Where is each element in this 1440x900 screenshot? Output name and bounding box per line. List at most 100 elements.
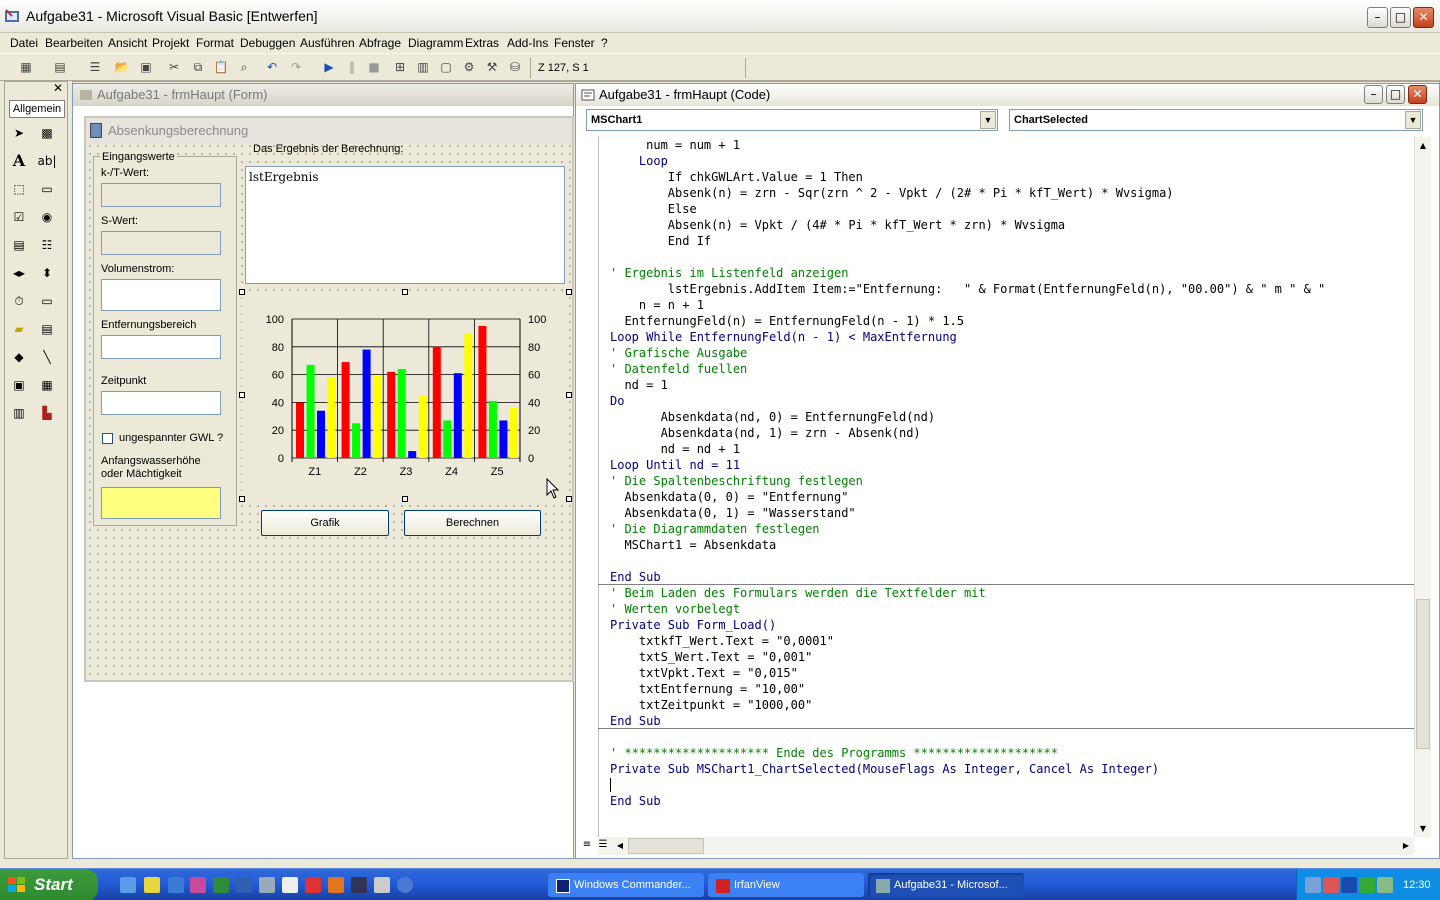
code-line[interactable]: nd = 1 — [610, 377, 667, 393]
vertical-scroll-thumb[interactable] — [1416, 599, 1430, 749]
code-line[interactable]: txtEntfernung = "10,00" — [610, 681, 805, 697]
label-icon[interactable]: A — [8, 150, 30, 172]
s-textbox[interactable] — [101, 231, 221, 255]
open-icon[interactable]: 📂 — [114, 59, 130, 75]
selection-handle[interactable] — [239, 392, 245, 398]
grafik-button[interactable]: Grafik — [261, 510, 389, 536]
filelistbox-icon[interactable]: ▤ — [36, 318, 58, 340]
pause-icon[interactable]: ‖ — [344, 59, 360, 75]
scroll-up-icon[interactable]: ▲ — [1416, 138, 1430, 154]
menu-fenster[interactable]: Fenster — [554, 36, 595, 50]
code-line[interactable]: EntfernungFeld(n) = EntfernungFeld(n - 1… — [610, 313, 964, 329]
code-line[interactable]: txtS_Wert.Text = "0,001" — [610, 649, 812, 665]
code-line[interactable]: Loop While EntfernungFeld(n - 1) < MaxEn… — [610, 329, 957, 345]
task-visual-basic[interactable]: Aufgabe31 - Microsof... — [868, 873, 1024, 897]
commandbutton-icon[interactable]: ▭ — [36, 178, 58, 200]
code-line[interactable]: ' Datenfeld fuellen — [610, 361, 747, 377]
code-line[interactable]: Absenkdata(nd, 0) = EntfernungFeld(nd) — [610, 409, 936, 425]
picturebox-icon[interactable]: ▩ — [36, 122, 58, 144]
project-explorer-icon[interactable]: ⊞ — [392, 59, 408, 75]
dirlistbox-icon[interactable]: ▰ — [8, 318, 30, 340]
code-line[interactable]: End Sub — [610, 793, 661, 809]
scroll-left-icon[interactable]: ◀ — [612, 838, 628, 854]
code-line[interactable]: ' Grafische Ausgabe — [610, 345, 747, 361]
code-line[interactable]: End If — [610, 233, 711, 249]
procedure-view-icon[interactable]: ≡ — [580, 839, 594, 853]
quicklaunch-word-icon[interactable] — [236, 877, 252, 893]
selection-handle[interactable] — [566, 289, 572, 295]
scroll-right-icon[interactable]: ▶ — [1398, 838, 1414, 854]
data-control-icon[interactable]: ▦ — [36, 374, 58, 396]
code-line[interactable]: num = num + 1 — [610, 137, 740, 153]
menu-debuggen[interactable]: Debuggen — [240, 36, 295, 50]
code-line[interactable]: Absenkdata(0, 1) = "Wasserstand" — [610, 505, 855, 521]
selection-handle[interactable] — [402, 289, 408, 295]
quicklaunch-irfan-icon[interactable] — [305, 877, 321, 893]
textbox-icon[interactable]: ab| — [36, 150, 58, 172]
optionbutton-icon[interactable]: ◉ — [36, 206, 58, 228]
code-line[interactable]: Private Sub Form_Load() — [610, 617, 776, 633]
save-icon[interactable]: ▣ — [138, 59, 154, 75]
zeitpunkt-textbox[interactable] — [101, 391, 221, 415]
selection-handle[interactable] — [566, 496, 572, 502]
horizontal-scrollbar[interactable]: ◀ ▶ — [598, 837, 1414, 855]
line-icon[interactable]: ╲ — [36, 346, 58, 368]
image-icon[interactable]: ▣ — [8, 374, 30, 396]
quicklaunch-l-icon[interactable] — [144, 877, 160, 893]
scroll-down-icon[interactable]: ▼ — [1416, 821, 1430, 837]
code-line[interactable]: txtZeitpunkt = "1000,00" — [610, 697, 812, 713]
code-line[interactable]: txtkfT_Wert.Text = "0,0001" — [610, 633, 834, 649]
pointer-icon[interactable]: ➤ — [8, 122, 30, 144]
close-button[interactable]: ✕ — [1413, 7, 1434, 28]
volumen-textbox[interactable] — [101, 279, 221, 311]
task-windows-commander[interactable]: Windows Commander... — [548, 873, 704, 897]
quicklaunch-doc-icon[interactable] — [374, 877, 390, 893]
code-line[interactable]: Loop — [610, 153, 668, 169]
anfang-textbox[interactable] — [101, 487, 221, 519]
code-minimize-button[interactable]: – — [1364, 85, 1383, 104]
code-line[interactable]: If chkGWLArt.Value = 1 Then — [610, 169, 863, 185]
toolbox-tab-allgemein[interactable]: Allgemein — [9, 100, 65, 118]
tray-app-icon[interactable] — [1359, 877, 1375, 893]
redo-icon[interactable]: ↷ — [288, 59, 304, 75]
menu-ausfuehren[interactable]: Ausführen — [300, 36, 355, 50]
code-line[interactable]: ' Beim Laden des Formulars werden die Te… — [610, 585, 986, 601]
code-line[interactable]: Private Sub MSChart1_ChartSelected(Mouse… — [610, 761, 1159, 777]
selection-handle[interactable] — [402, 496, 408, 502]
frame-icon[interactable]: ⬚ — [8, 178, 30, 200]
timer-icon[interactable]: ⏱ — [8, 290, 30, 312]
add-project-icon[interactable]: ▦ — [18, 59, 34, 75]
task-irfanview[interactable]: IrfanView — [708, 873, 864, 897]
quicklaunch-browser-icon[interactable] — [168, 877, 184, 893]
form-layout-icon[interactable]: ▢ — [438, 59, 454, 75]
code-line[interactable]: End Sub — [610, 713, 661, 729]
code-line[interactable]: Absenk(n) = Vpkt / (4# * Pi * kfT_Wert *… — [610, 217, 1065, 233]
code-line[interactable]: ' Ergebnis im Listenfeld anzeigen — [610, 265, 848, 281]
run-icon[interactable]: ▶ — [321, 59, 337, 75]
tray-network-icon[interactable] — [1305, 877, 1321, 893]
tray-shield-icon[interactable] — [1341, 877, 1357, 893]
horizontal-scroll-thumb[interactable] — [628, 838, 704, 854]
undo-icon[interactable]: ↶ — [264, 59, 280, 75]
code-close-button[interactable]: ✕ — [1408, 85, 1427, 104]
ole-icon[interactable]: ▥ — [8, 402, 30, 424]
code-line[interactable]: Else — [610, 201, 697, 217]
code-line[interactable]: ' Die Spaltenbeschriftung festlegen — [610, 473, 863, 489]
checkbox-icon[interactable]: ☑ — [8, 206, 30, 228]
ergebnis-listbox[interactable]: lstErgebnis — [245, 166, 565, 284]
code-line[interactable]: Loop Until nd = 11 — [610, 457, 740, 473]
find-icon[interactable]: ⌕ — [236, 59, 252, 75]
menu-help[interactable]: ? — [601, 36, 608, 50]
combobox-icon[interactable]: ▤ — [8, 234, 30, 256]
vscrollbar-icon[interactable]: ⬍ — [36, 262, 58, 284]
menu-datei[interactable]: Datei — [10, 36, 38, 50]
code-line[interactable]: Absenkdata(nd, 1) = zrn - Absenk(nd) — [610, 425, 921, 441]
menu-editor-icon[interactable]: ☰ — [87, 59, 103, 75]
code-editor[interactable]: num = num + 1 Loop If chkGWLArt.Value = … — [598, 137, 1414, 837]
menu-diagramm[interactable]: Diagramm — [408, 36, 463, 50]
code-line[interactable]: Absenkdata(0, 0) = "Entfernung" — [610, 489, 848, 505]
chevron-down-icon[interactable]: ▼ — [980, 111, 996, 129]
code-line[interactable]: lstErgebnis.AddItem Item:="Entfernung: "… — [610, 281, 1325, 297]
menu-projekt[interactable]: Projekt — [152, 36, 189, 50]
paste-icon[interactable]: 📋 — [213, 59, 229, 75]
